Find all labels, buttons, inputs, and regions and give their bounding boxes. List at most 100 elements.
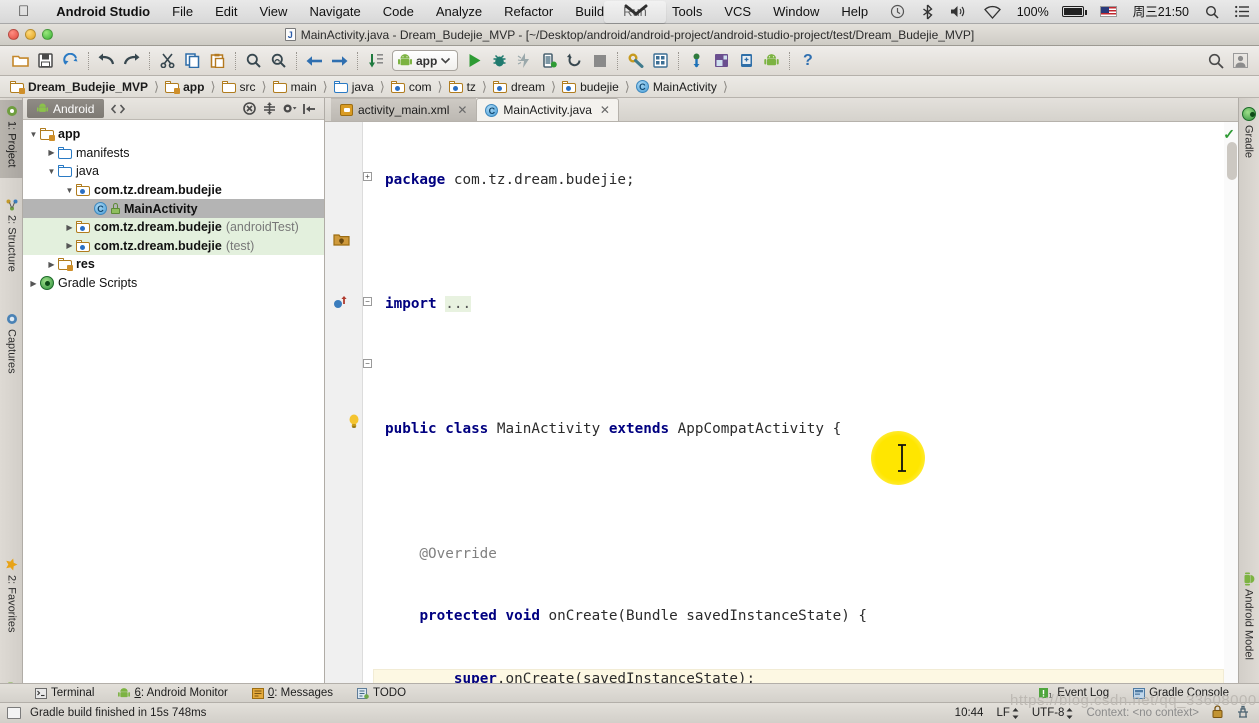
replace-icon[interactable] [266, 49, 291, 73]
breadcrumb-item-tz[interactable]: tz [446, 80, 479, 94]
menu-help[interactable]: Help [830, 0, 879, 24]
fold-collapse-method-icon[interactable]: − [363, 297, 372, 306]
minimize-window-button[interactable] [25, 29, 36, 40]
help-icon[interactable]: ? [795, 49, 820, 73]
tree-item-mainactivity[interactable]: C MainActivity [23, 199, 324, 218]
bottom-item-event-log[interactable]: 1 Event Log [1027, 687, 1121, 699]
fold-collapse-end-icon[interactable]: − [363, 359, 372, 368]
debug-icon[interactable] [487, 49, 512, 73]
battery-charging-icon[interactable] [1057, 6, 1092, 17]
attach-debugger-icon[interactable] [537, 49, 562, 73]
sidebar-item-project[interactable]: 1: Project [0, 100, 23, 178]
menu-edit[interactable]: Edit [204, 0, 248, 24]
run-configuration-selector[interactable]: app [392, 50, 459, 71]
sort-icon[interactable] [363, 49, 388, 73]
hide-panel-icon[interactable] [302, 101, 317, 116]
device-monitor-icon[interactable] [734, 49, 759, 73]
expand-arrow-icon[interactable]: ▶ [63, 241, 76, 250]
code-line-7[interactable]: @Override [373, 544, 1224, 565]
editor-fold-column[interactable]: + − − [363, 122, 373, 688]
tree-item-manifests[interactable]: ▶ manifests [23, 144, 324, 163]
expand-arrow-icon[interactable]: ▶ [27, 279, 40, 288]
folder-lock-gutter-icon[interactable] [333, 232, 350, 250]
menu-tools[interactable]: Tools [661, 0, 713, 24]
fold-expand-import-icon[interactable]: + [363, 172, 372, 181]
code-line-8[interactable]: protected void onCreate(Bundle savedInst… [373, 606, 1224, 627]
code-line-2[interactable] [373, 232, 1224, 253]
collapse-all-icon[interactable] [242, 101, 257, 116]
run-icon[interactable] [462, 49, 487, 73]
intention-bulb-icon[interactable] [347, 414, 361, 429]
datetime-label[interactable]: 周三21:50 [1125, 0, 1197, 24]
menu-code[interactable]: Code [372, 0, 425, 24]
tree-item-java[interactable]: ▼ java [23, 162, 324, 181]
time-machine-icon[interactable] [882, 4, 913, 19]
apple-logo-icon[interactable]:  [18, 4, 29, 19]
breadcrumb-item-main[interactable]: main [270, 80, 320, 94]
collapse-arrow-icon[interactable]: ▼ [45, 167, 58, 176]
paste-icon[interactable] [205, 49, 230, 73]
breadcrumb-item-app[interactable]: app [162, 80, 207, 94]
editor-body[interactable]: + − − package com.tz.dream.budejie; impo… [325, 122, 1238, 690]
avd-manager-icon[interactable] [648, 49, 673, 73]
menu-analyze[interactable]: Analyze [425, 0, 493, 24]
expand-arrow-icon[interactable]: ▶ [63, 223, 76, 232]
instant-run-icon[interactable] [512, 49, 537, 73]
sidebar-item-captures[interactable]: Captures [0, 308, 23, 388]
menu-view[interactable]: View [248, 0, 298, 24]
tree-item-package-main[interactable]: ▼ com.tz.dream.budejie [23, 181, 324, 200]
menu-navigate[interactable]: Navigate [298, 0, 371, 24]
code-line-5[interactable]: public class MainActivity extends AppCom… [373, 419, 1224, 440]
tree-item-gradle-scripts[interactable]: ▶ Gradle Scripts [23, 274, 324, 293]
caret-position[interactable]: 10:44 [955, 707, 984, 719]
menu-file[interactable]: File [161, 0, 204, 24]
bottom-item-messages[interactable]: 0: Messages [240, 687, 345, 699]
code-line-1[interactable]: package com.tz.dream.budejie; [373, 170, 1224, 191]
close-window-button[interactable] [8, 29, 19, 40]
notification-center-icon[interactable] [1227, 5, 1259, 18]
tree-item-app[interactable]: ▼ app [23, 125, 324, 144]
breadcrumb-item-mainactivity[interactable]: C MainActivity [633, 80, 720, 94]
hector-inspector-icon[interactable] [1236, 705, 1250, 722]
close-icon[interactable]: ✕ [600, 103, 610, 117]
rerun-icon[interactable] [562, 49, 587, 73]
menu-android-studio[interactable]: Android Studio [45, 0, 161, 24]
editor-vertical-scrollbar[interactable] [1227, 142, 1237, 180]
stop-icon[interactable] [587, 49, 612, 73]
theme-editor-icon[interactable] [709, 49, 734, 73]
close-icon[interactable]: ✕ [457, 103, 467, 117]
inspections-ok-checkmark-icon[interactable]: ✓ [1223, 126, 1235, 143]
expand-arrow-icon[interactable]: ▶ [45, 148, 58, 157]
bluetooth-icon[interactable] [913, 4, 942, 20]
breadcrumb-item-java[interactable]: java [331, 80, 377, 94]
menu-vcs[interactable]: VCS [713, 0, 762, 24]
user-account-icon[interactable] [1228, 49, 1253, 73]
sidebar-item-favorites[interactable]: 2: Favorites [0, 553, 23, 649]
expand-arrow-icon[interactable]: ▶ [45, 260, 58, 269]
tab-activity-main-xml[interactable]: activity_main.xml ✕ [331, 98, 477, 121]
code-content[interactable]: package com.tz.dream.budejie; import ...… [373, 122, 1224, 690]
settings-gear-icon[interactable] [282, 101, 297, 116]
code-line-4[interactable] [373, 357, 1224, 378]
collapse-arrow-icon[interactable]: ▼ [27, 130, 40, 139]
save-all-icon[interactable] [33, 49, 58, 73]
bottom-item-gradle-console[interactable]: Gradle Console [1121, 687, 1241, 699]
us-flag-icon[interactable] [1092, 6, 1125, 17]
breadcrumb-item-src[interactable]: src [219, 80, 259, 94]
android-icon[interactable] [759, 49, 784, 73]
breadcrumb-item-dream-budejie-mvp[interactable]: Dream_Budejie_MVP [7, 80, 151, 94]
copy-icon[interactable] [180, 49, 205, 73]
override-method-gutter-icon[interactable] [333, 295, 350, 312]
sync-icon[interactable] [58, 49, 83, 73]
chevron-down-icon[interactable] [622, 2, 650, 18]
readonly-lock-icon[interactable] [1212, 705, 1223, 721]
build-status-icon[interactable] [7, 707, 21, 719]
breadcrumb-item-dream[interactable]: dream [490, 80, 548, 94]
cut-icon[interactable] [155, 49, 180, 73]
spotlight-search-icon[interactable] [1197, 5, 1227, 19]
sidebar-item-gradle[interactable]: Gradle [1238, 102, 1259, 164]
breadcrumb-item-com[interactable]: com [388, 80, 435, 94]
encoding-selector[interactable]: UTF-8 [1032, 707, 1074, 719]
menu-refactor[interactable]: Refactor [493, 0, 564, 24]
editor-right-gutter[interactable]: ✓ [1223, 122, 1238, 688]
